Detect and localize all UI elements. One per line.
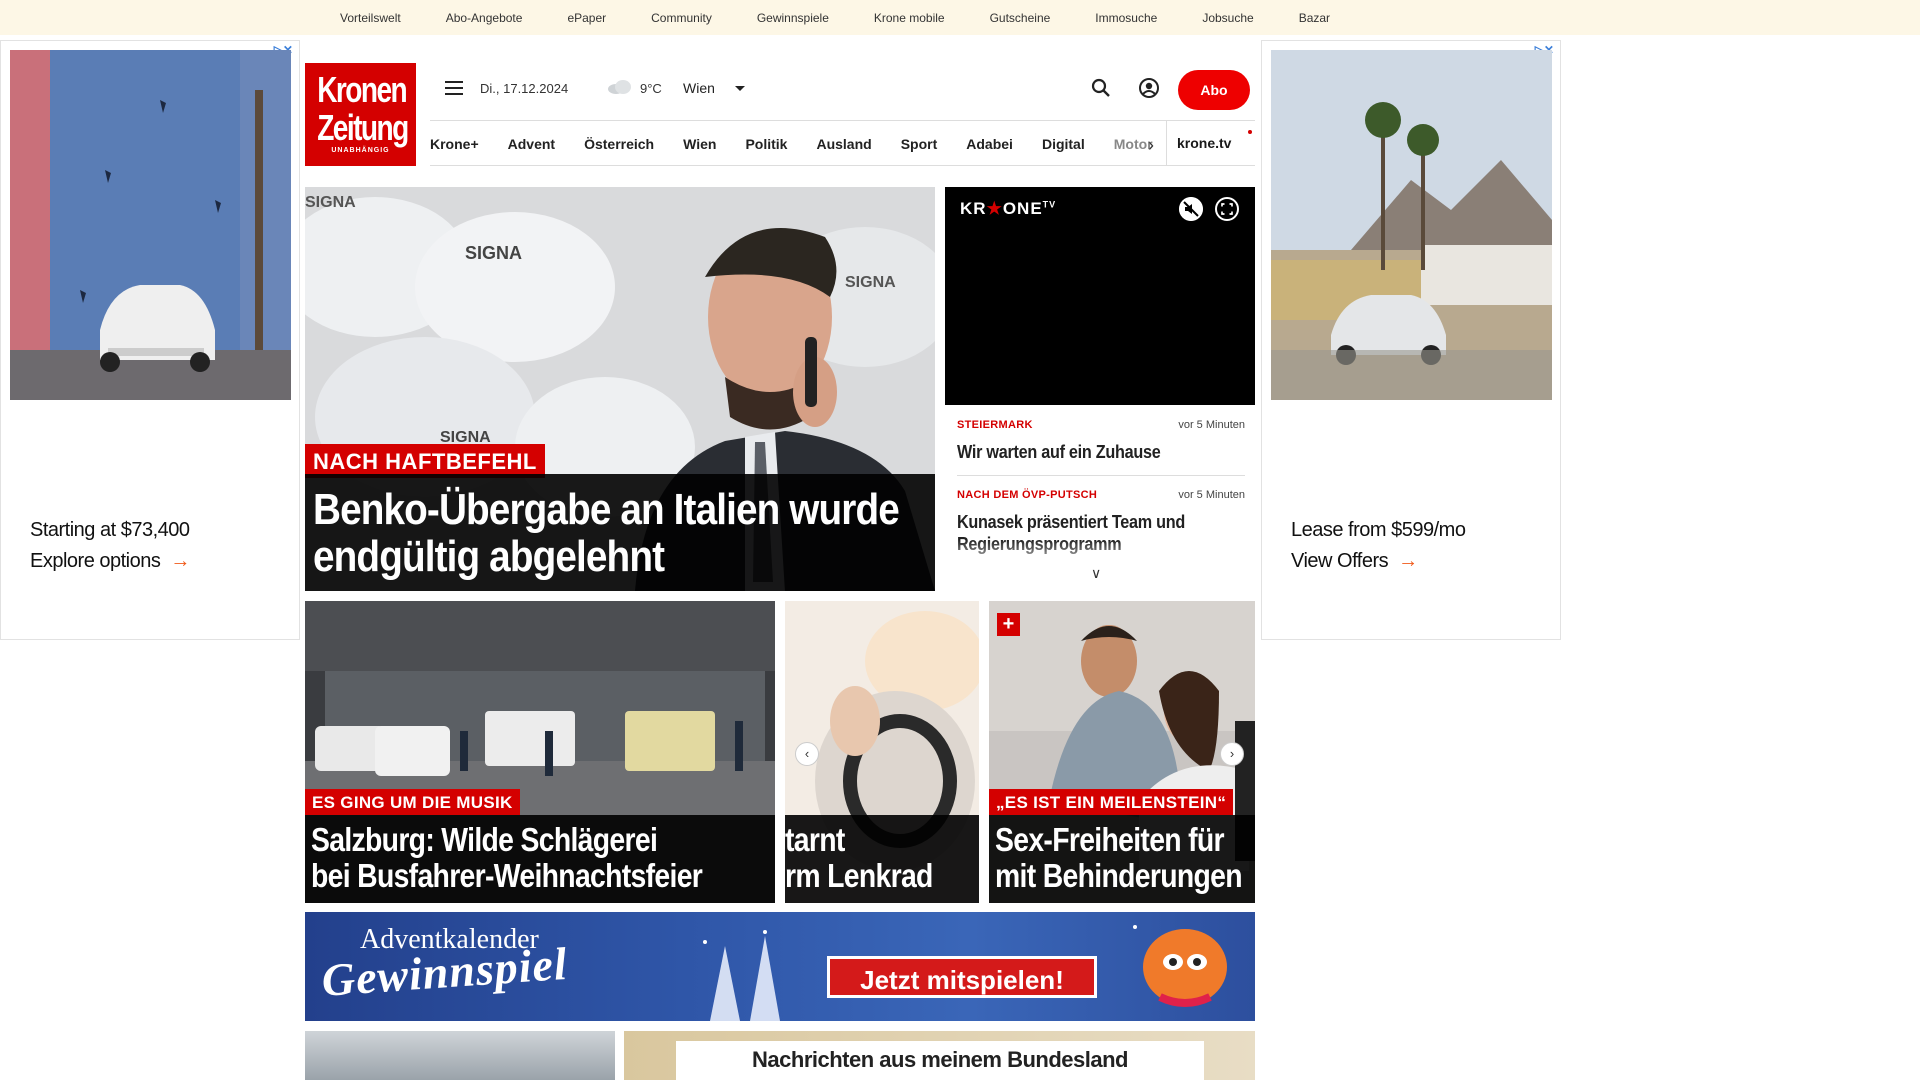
utility-link-jobsuche[interactable]: Jobsuche <box>1202 11 1253 25</box>
story-headline[interactable]: tarnt rm Lenkrad <box>785 822 933 894</box>
cloud-icon <box>608 80 631 94</box>
hero-kicker: NACH HAFTBEFEHL <box>305 444 545 478</box>
bundesland-news-title[interactable]: Nachrichten aus meinem Bundesland <box>676 1041 1204 1080</box>
site-header: Di., 17.12.2024 9°C Wien Abo <box>445 68 1255 110</box>
ticker-divider <box>957 475 1245 476</box>
nav-item-adabei[interactable]: Adabei <box>966 136 1013 152</box>
arrow-right-icon: → <box>1398 550 1418 572</box>
utility-link-epaper[interactable]: ePaper <box>567 11 606 25</box>
live-indicator-dot <box>1248 130 1252 134</box>
story-kicker: „ES IST EIN MEILENSTEIN“ <box>989 789 1234 815</box>
hero-story[interactable]: SIGNA SIGNA SIGNA SIGNA NACH HAFTBEFEHL … <box>305 187 935 591</box>
utility-link-gewinnspiele[interactable]: Gewinnspiele <box>757 11 829 25</box>
story-card[interactable]: ES GING UM DIE MUSIK Salzburg: Wilde Sch… <box>305 601 775 903</box>
nav-item-krone-plus[interactable]: Krone+ <box>430 136 479 152</box>
ticker-title[interactable]: Wir warten auf ein Zuhause <box>957 441 1218 463</box>
abo-button[interactable]: Abo <box>1178 70 1250 110</box>
city-selector[interactable]: Wien <box>683 80 715 96</box>
nav-item-advent[interactable]: Advent <box>508 136 555 152</box>
ticker-time: vor 5 Minuten <box>1178 489 1245 501</box>
carousel-prev-button[interactable]: ‹ <box>795 742 819 766</box>
main-navigation: Krone+ Advent Österreich Wien Politik Au… <box>430 120 1255 166</box>
current-date: Di., 17.12.2024 <box>480 81 569 96</box>
utility-link-vorteilswelt[interactable]: Vorteilswelt <box>340 11 401 25</box>
utility-link-abo-angebote[interactable]: Abo-Angebote <box>446 11 523 25</box>
arrow-right-icon: → <box>170 550 190 572</box>
hero-headline[interactable]: Benko-Übergabe an Italien wurde endgülti… <box>313 486 920 580</box>
ad-cta-link[interactable]: Explore options → <box>30 550 190 573</box>
right-ad[interactable]: ▷✕ Lease from $599/mo View Offers→ <box>1261 40 1561 640</box>
advent-calendar-banner[interactable]: Adventkalender Gewinnspiel Jetzt mitspie… <box>305 912 1255 1021</box>
ticker-category: STEIERMARK <box>957 419 1033 431</box>
carousel-next-button[interactable]: › <box>1220 742 1244 766</box>
kronen-zeitung-logo[interactable]: Kronen Zeitung UNABHÄNGIG <box>305 63 416 166</box>
krone-tv-video-player[interactable]: KR★ONETV <box>945 187 1255 405</box>
utility-link-immosuche[interactable]: Immosuche <box>1095 11 1157 25</box>
story-card[interactable]: + „ES IST EIN MEILENSTEIN“ Sex-Freiheite… <box>989 601 1255 903</box>
ad-car-image[interactable] <box>10 50 291 400</box>
ad-price-text: Starting at $73,400 <box>30 519 190 541</box>
krone-tv-logo: KR★ONETV <box>960 199 1057 218</box>
krone-plus-badge: + <box>997 613 1020 636</box>
ad-cta-label[interactable]: Explore options <box>30 550 161 572</box>
logo-line-2: Zeitung <box>317 107 409 148</box>
utility-links: Vorteilswelt Abo-Angebote ePaper Communi… <box>340 0 1375 35</box>
ad-price-text: Lease from $599/mo <box>1291 519 1466 541</box>
story-headline[interactable]: Salzburg: Wilde Schlägerei bei Busfahrer… <box>311 822 703 894</box>
nav-item-digital[interactable]: Digital <box>1042 136 1085 152</box>
nav-item-sport[interactable]: Sport <box>901 136 938 152</box>
left-ad[interactable]: ▷✕ Starting at $73,400 Explore options→ <box>0 40 300 640</box>
ticker-category: NACH DEM ÖVP-PUTSCH <box>957 489 1098 501</box>
search-icon[interactable] <box>1090 77 1112 99</box>
chevron-down-icon[interactable] <box>735 86 745 91</box>
svg-text:SIGNA: SIGNA <box>845 274 896 291</box>
menu-icon[interactable] <box>445 81 463 95</box>
top-utility-bar: Vorteilswelt Abo-Angebote ePaper Communi… <box>0 0 1920 35</box>
bottom-story-row: Nachrichten aus meinem Bundesland <box>305 1031 1255 1080</box>
news-ticker: STEIERMARK vor 5 Minuten Wir warten auf … <box>945 405 1255 585</box>
mute-icon[interactable] <box>1179 197 1203 221</box>
svg-text:SIGNA: SIGNA <box>305 194 356 211</box>
ad-cta-link[interactable]: View Offers → <box>1291 550 1418 573</box>
ticker-time: vor 5 Minuten <box>1178 419 1245 431</box>
svg-text:SIGNA: SIGNA <box>465 243 522 263</box>
chevron-right-icon[interactable]: › <box>1148 135 1154 156</box>
temperature: 9°C <box>640 81 662 96</box>
join-now-button[interactable]: Jetzt mitspielen! <box>827 956 1097 998</box>
logo-line-1: Kronen <box>317 69 407 110</box>
utility-link-krone-mobile[interactable]: Krone mobile <box>874 11 945 25</box>
nav-item-wien[interactable]: Wien <box>683 136 716 152</box>
story-kicker: ES GING UM DIE MUSIK <box>305 789 520 815</box>
chevron-down-icon[interactable]: ∨ <box>1091 565 1101 582</box>
nav-list: Krone+ Advent Österreich Wien Politik Au… <box>430 121 1255 167</box>
nav-item-krone-tv[interactable]: krone.tv <box>1166 121 1231 165</box>
story-headline[interactable]: Sex-Freiheiten für mit Behinderungen <box>995 822 1243 894</box>
utility-link-community[interactable]: Community <box>651 11 712 25</box>
ad-car-desert-image[interactable] <box>1271 50 1552 400</box>
user-account-icon[interactable] <box>1138 77 1160 99</box>
nav-item-politik[interactable]: Politik <box>745 136 787 152</box>
fullscreen-icon[interactable] <box>1215 197 1239 221</box>
logo-tagline: UNABHÄNGIG <box>331 147 390 154</box>
utility-link-gutscheine[interactable]: Gutscheine <box>990 11 1051 25</box>
story-image[interactable] <box>305 1031 615 1080</box>
nav-item-oesterreich[interactable]: Österreich <box>584 136 654 152</box>
ad-cta-label[interactable]: View Offers <box>1291 550 1389 572</box>
utility-link-bazar[interactable]: Bazar <box>1299 11 1330 25</box>
nav-item-motor[interactable]: Motor <box>1114 136 1153 152</box>
nav-item-ausland[interactable]: Ausland <box>816 136 871 152</box>
